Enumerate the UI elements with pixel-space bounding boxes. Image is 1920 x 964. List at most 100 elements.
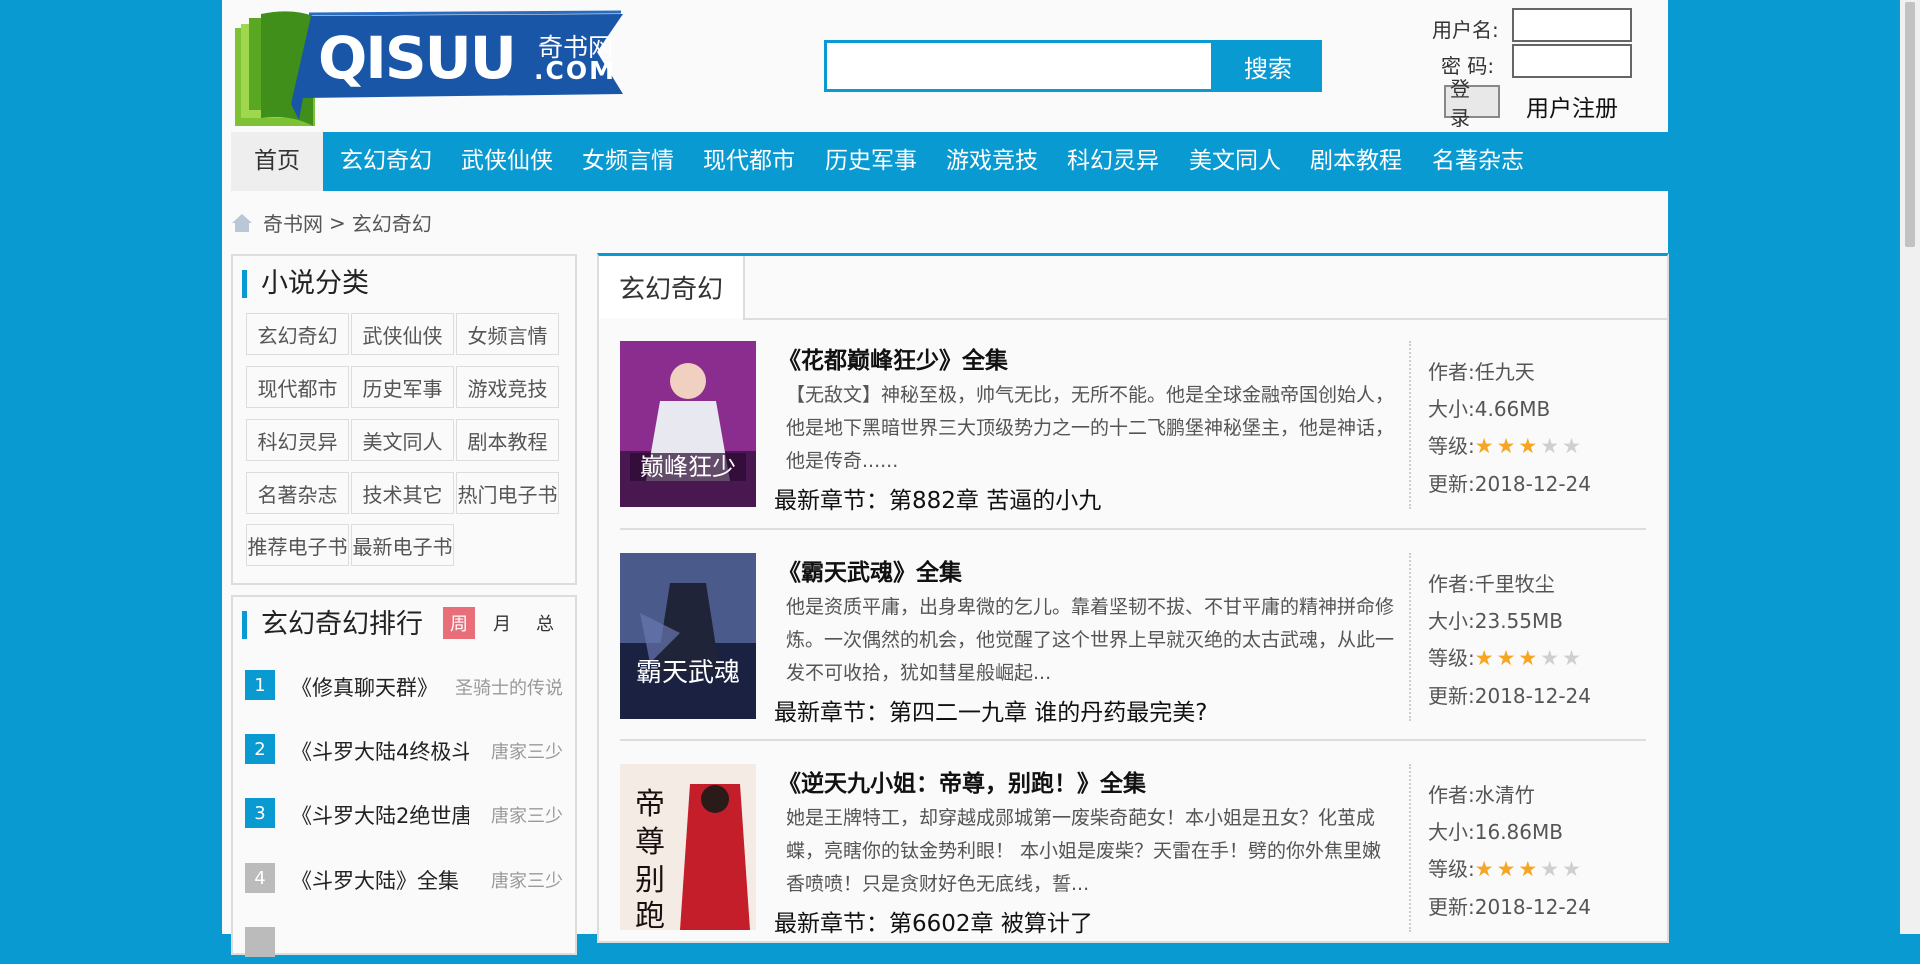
star-icon: ★★★★★: [1475, 434, 1584, 458]
book-title[interactable]: 《霸天武魂》全集: [778, 553, 962, 587]
separator: [1409, 764, 1411, 932]
password-field[interactable]: [1512, 44, 1632, 78]
rank-item[interactable]: 1 《修真聊天群》 圣骑士的传说: [245, 670, 563, 702]
book-title[interactable]: 《花都巅峰狂少》全集: [778, 341, 1008, 375]
category-item[interactable]: 玄幻奇幻: [246, 313, 349, 355]
rank-tab-month[interactable]: 月: [486, 607, 518, 639]
register-link[interactable]: 用户注册: [1526, 89, 1618, 123]
category-item[interactable]: 科幻灵异: [246, 419, 349, 461]
category-item[interactable]: 剧本教程: [456, 419, 559, 461]
star-icon: ★: [1496, 857, 1519, 881]
category-item[interactable]: 历史军事: [351, 366, 454, 408]
rank-number: 1: [245, 670, 275, 700]
rank-author[interactable]: 唐家三少: [491, 738, 563, 764]
category-title: 小说分类: [242, 270, 369, 298]
star-icon: ★★★★★: [1475, 646, 1584, 670]
category-item[interactable]: 美文同人: [351, 419, 454, 461]
tab-divider: [743, 318, 1667, 320]
rank-author[interactable]: 唐家三少: [491, 867, 563, 893]
logo-dotcom: .COM: [534, 56, 616, 85]
rank-book-title[interactable]: 《斗罗大陆4终极斗: [291, 736, 469, 766]
book-latest-chapter[interactable]: 最新章节：第6602章 被算计了: [774, 904, 1093, 938]
nav-item-lishi[interactable]: 历史军事: [825, 132, 917, 191]
book-updated: 更新:2018-12-24: [1428, 472, 1591, 496]
book-item: 帝 尊 别 跑 《逆天九小姐：帝尊，别跑！》全集 她是王牌特工，却穿越成郧城第一…: [620, 764, 1646, 964]
book-cover[interactable]: 巅峰狂少: [620, 341, 756, 507]
divider: [620, 739, 1646, 741]
breadcrumb-home[interactable]: 奇书网: [263, 208, 323, 237]
nav-item-xuanhuan[interactable]: 玄幻奇幻: [340, 132, 432, 191]
nav-item-youxi[interactable]: 游戏竞技: [946, 132, 1038, 191]
book-rating: 等级:★★★★★: [1428, 857, 1584, 881]
book-list-tab[interactable]: 玄幻奇幻: [599, 256, 745, 318]
book-size: 大小:23.55MB: [1428, 609, 1563, 633]
category-item[interactable]: 推荐电子书: [246, 524, 349, 566]
star-icon: ★: [1540, 434, 1563, 458]
author-link[interactable]: 千里牧尘: [1475, 572, 1555, 596]
book-title[interactable]: 《逆天九小姐：帝尊，别跑！》全集: [778, 764, 1146, 798]
author-link[interactable]: 水清竹: [1475, 783, 1535, 807]
rank-item[interactable]: 3 《斗罗大陆2绝世唐 唐家三少: [245, 798, 563, 830]
login-button[interactable]: 登录: [1444, 77, 1500, 130]
star-icon: ★★★★★: [1475, 857, 1584, 881]
nav-item-juben[interactable]: 剧本教程: [1310, 132, 1402, 191]
book-rating: 等级:★★★★★: [1428, 434, 1584, 458]
nav-item-kehuan[interactable]: 科幻灵异: [1067, 132, 1159, 191]
username-label: 用户名:: [1432, 18, 1499, 42]
category-item[interactable]: 武侠仙侠: [351, 313, 454, 355]
ranking-box: [231, 595, 577, 955]
author-link[interactable]: 任九天: [1475, 360, 1535, 384]
nav-item-dushi[interactable]: 现代都市: [703, 132, 795, 191]
scrollbar-thumb[interactable]: [1905, 2, 1915, 247]
book-author: 作者:任九天: [1428, 360, 1535, 384]
search-button[interactable]: 搜索: [1214, 40, 1322, 92]
breadcrumb-current: 玄幻奇幻: [351, 212, 432, 236]
nav-item-home[interactable]: 首页: [231, 132, 323, 191]
star-icon: ★: [1496, 434, 1519, 458]
rank-author[interactable]: 唐家三少: [491, 802, 563, 828]
book-latest-chapter[interactable]: 最新章节：第四二一九章 谁的丹药最完美?: [774, 693, 1208, 727]
rank-author[interactable]: 圣骑士的传说: [455, 674, 563, 700]
nav-item-nvpin[interactable]: 女频言情: [582, 132, 674, 191]
nav-item-meiwen[interactable]: 美文同人: [1189, 132, 1281, 191]
star-icon: ★: [1562, 646, 1584, 670]
svg-text:尊: 尊: [635, 825, 665, 860]
nav-item-mingzhu[interactable]: 名著杂志: [1432, 132, 1524, 191]
rank-number: 2: [245, 734, 275, 764]
svg-text:帝: 帝: [635, 787, 665, 822]
search-input[interactable]: [824, 40, 1214, 92]
rank-book-title[interactable]: 《修真聊天群》: [291, 672, 469, 702]
star-icon: ★: [1518, 646, 1541, 670]
category-item[interactable]: 技术其它: [351, 472, 454, 514]
rank-book-title[interactable]: 《斗罗大陆》全集: [291, 865, 469, 895]
category-item[interactable]: 女频言情: [456, 313, 559, 355]
category-item[interactable]: 游戏竞技: [456, 366, 559, 408]
logo-text: QISUU: [318, 24, 517, 92]
scrollbar[interactable]: [1900, 0, 1920, 934]
nav-item-wuxia[interactable]: 武侠仙侠: [461, 132, 553, 191]
book-description: 她是王牌特工，却穿越成郧城第一废柴奇葩女！本小姐是丑女？化茧成蝶，亮瞎你的钛金势…: [786, 807, 1382, 895]
book-size: 大小:4.66MB: [1428, 397, 1551, 421]
username-field[interactable]: [1512, 8, 1632, 42]
book-updated: 更新:2018-12-24: [1428, 684, 1591, 708]
rank-tab-total[interactable]: 总: [529, 607, 561, 639]
rank-item[interactable]: 2 《斗罗大陆4终极斗 唐家三少: [245, 734, 563, 766]
category-item[interactable]: 最新电子书: [351, 524, 454, 566]
star-icon: ★: [1474, 434, 1497, 458]
book-author: 作者:水清竹: [1428, 783, 1535, 807]
rank-item[interactable]: 4 《斗罗大陆》全集 唐家三少: [245, 863, 563, 895]
home-icon: [232, 213, 252, 232]
star-icon: ★: [1540, 857, 1563, 881]
category-item[interactable]: 热门电子书: [456, 472, 559, 514]
category-item[interactable]: 名著杂志: [246, 472, 349, 514]
book-latest-chapter[interactable]: 最新章节：第882章 苦逼的小九: [774, 481, 1101, 515]
category-item[interactable]: 现代都市: [246, 366, 349, 408]
rank-book-title[interactable]: 《斗罗大陆2绝世唐: [291, 800, 469, 830]
book-cover[interactable]: 霸天武魂: [620, 553, 756, 719]
rank-number: 4: [245, 863, 275, 893]
star-icon: ★: [1540, 646, 1563, 670]
rank-tab-week[interactable]: 周: [443, 607, 475, 639]
rank-number: [245, 927, 275, 957]
book-cover[interactable]: 帝 尊 别 跑: [620, 764, 756, 930]
main-nav: 首页 玄幻奇幻 武侠仙侠 女频言情 现代都市 历史军事 游戏竞技 科幻灵异 美文…: [231, 132, 1671, 191]
